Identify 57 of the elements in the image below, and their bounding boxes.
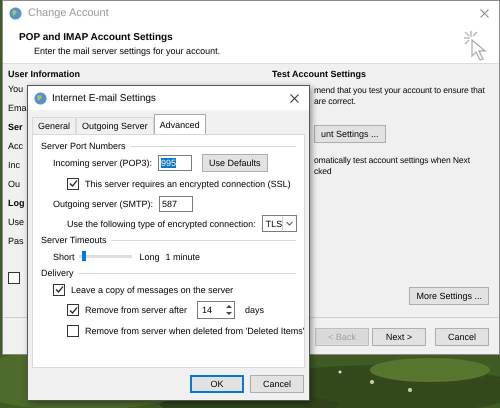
- group-heading: Server Timeouts: [41, 235, 107, 245]
- field-label: Inc: [8, 160, 20, 170]
- field-label: Outgoing server (SMTP):: [53, 198, 154, 208]
- field-label: Use the following type of encrypted connection:: [67, 218, 256, 228]
- slider-label: Long: [140, 252, 160, 262]
- description-text: mend that you test your account to ensure that: [314, 85, 486, 96]
- use-defaults-button[interactable]: Use Defaults: [202, 154, 268, 172]
- description-text: cked: [314, 166, 333, 177]
- group-heading: Server Port Numbers: [41, 141, 126, 151]
- more-settings-button[interactable]: More Settings ...: [409, 287, 489, 305]
- globe-icon: [34, 92, 47, 104]
- checkbox[interactable]: [8, 272, 20, 284]
- globe-icon: [9, 6, 22, 20]
- field-label: You: [8, 84, 24, 94]
- field-label: Incoming server (POP3):: [53, 158, 152, 168]
- dialog-button[interactable]: OK: [190, 375, 244, 393]
- field-label: Pas: [8, 236, 24, 246]
- dialog-button[interactable]: Next >: [372, 328, 426, 346]
- input-field[interactable]: 995: [158, 155, 192, 171]
- timeout-reading: 1 minute: [166, 252, 200, 262]
- close-icon[interactable]: [290, 94, 299, 102]
- dialog-button[interactable]: Cancel: [435, 328, 489, 346]
- group-heading: Delivery: [41, 268, 74, 278]
- section-subheading: Enter the mail server settings for your account.: [33, 46, 222, 56]
- test-settings-button[interactable]: unt Settings ...: [314, 125, 386, 143]
- group-heading: Ser: [8, 122, 23, 132]
- dropdown[interactable]: TLS: [262, 215, 298, 232]
- number-field[interactable]: 14: [197, 301, 236, 319]
- tab[interactable]: Advanced: [154, 114, 206, 134]
- tab[interactable]: General: [32, 117, 76, 134]
- field-label: Acc: [8, 140, 24, 150]
- window-title: Change Account: [28, 7, 110, 19]
- field-label: Ema: [8, 102, 27, 112]
- checkbox[interactable]: [67, 304, 79, 316]
- description-text: are correct.: [314, 96, 357, 107]
- checkbox[interactable]: [53, 284, 65, 296]
- group-heading: Log: [8, 198, 24, 208]
- tab[interactable]: Outgoing Server: [76, 117, 154, 134]
- checkbox-label: Leave a copy of messages on the server: [71, 284, 234, 294]
- slider-label: Short: [53, 252, 75, 262]
- field-label: Ou: [8, 178, 20, 188]
- slider-thumb[interactable]: [82, 251, 86, 261]
- field-label: Use: [8, 216, 24, 226]
- checkbox-label: Remove from server after: [85, 305, 188, 315]
- group-heading: User Information: [8, 69, 82, 79]
- checkbox[interactable]: [67, 324, 79, 336]
- checkbox-label: Remove from server when deleted from 'Deleted Items': [85, 326, 305, 336]
- checkbox-label: This server requires an encrypted connection (SSL): [85, 178, 291, 188]
- input-field[interactable]: 587: [159, 196, 194, 212]
- checkbox[interactable]: [67, 178, 79, 190]
- unit-label: days: [245, 305, 264, 315]
- description-text: omatically test account settings when Next: [314, 155, 471, 166]
- dialog-button[interactable]: Cancel: [250, 375, 304, 393]
- spin-arrows-icon[interactable]: [224, 303, 234, 317]
- group-heading: Test Account Settings: [272, 69, 368, 79]
- dialog-title: Internet E-mail Settings: [52, 92, 157, 104]
- section-heading: POP and IMAP Account Settings: [19, 32, 174, 43]
